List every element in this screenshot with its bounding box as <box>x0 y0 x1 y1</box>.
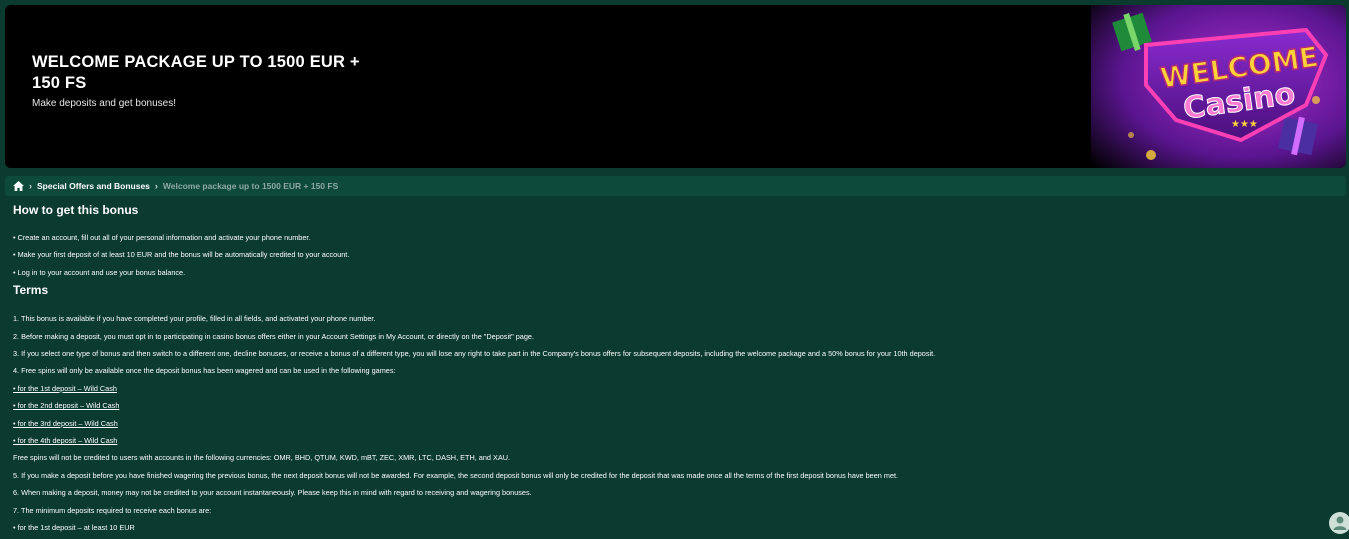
banner-subtitle: Make deposits and get bonuses! <box>32 98 176 109</box>
free-spins-game-link[interactable]: • for the 2nd deposit – Wild Cash <box>13 401 119 410</box>
welcome-casino-art: WELCOME Casino ★★★ <box>1091 5 1346 168</box>
term-2: 2. Before making a deposit, you must opt… <box>13 331 534 341</box>
term-7: 7. The minimum deposits required to rece… <box>13 505 212 515</box>
promo-banner: WELCOME PACKAGE UP TO 1500 EUR + 150 FS … <box>5 5 1346 168</box>
chevron-right-icon: › <box>154 181 158 191</box>
breadcrumb-current: Welcome package up to 1500 EUR + 150 FS <box>162 181 339 191</box>
home-icon[interactable] <box>13 181 24 191</box>
free-spins-game-link[interactable]: • for the 1st deposit – Wild Cash <box>13 384 117 393</box>
term-3: 3. If you select one type of bonus and t… <box>13 349 936 359</box>
currency-note: Free spins will not be credited to users… <box>13 453 511 463</box>
breadcrumb: › Special Offers and Bonuses › Welcome p… <box>5 176 1346 196</box>
how-to-item: • Log in to your account and use your bo… <box>13 267 186 277</box>
term-4: 4. Free spins will only be available onc… <box>13 366 396 376</box>
terms-heading: Terms <box>13 283 49 298</box>
how-to-item: • Create an account, fill out all of you… <box>13 233 311 242</box>
bonus-content: How to get this bonus • Create an accoun… <box>13 202 1333 537</box>
banner-title: WELCOME PACKAGE UP TO 1500 EUR + 150 FS <box>32 53 360 92</box>
chevron-right-icon: › <box>29 181 32 191</box>
term-1: 1. This bonus is available if you have c… <box>13 314 376 324</box>
breadcrumb-special-offers[interactable]: Special Offers and Bonuses <box>37 181 150 191</box>
how-to-item: • Make your first deposit of at least 10… <box>13 250 350 260</box>
svg-text:★★★: ★★★ <box>1231 119 1258 130</box>
free-spins-game-link[interactable]: • for the 3rd deposit – Wild Cash <box>13 419 118 428</box>
term-6: 6. When making a deposit, money may not … <box>13 488 532 498</box>
chat-icon[interactable] <box>1329 512 1349 534</box>
how-to-heading: How to get this bonus <box>13 203 139 217</box>
min-deposit-item: • for the 1st deposit – at least 10 EUR <box>13 523 135 533</box>
free-spins-game-link[interactable]: • for the 4th deposit – Wild Cash <box>13 436 117 445</box>
term-5: 5. If you make a deposit before you have… <box>13 470 899 480</box>
